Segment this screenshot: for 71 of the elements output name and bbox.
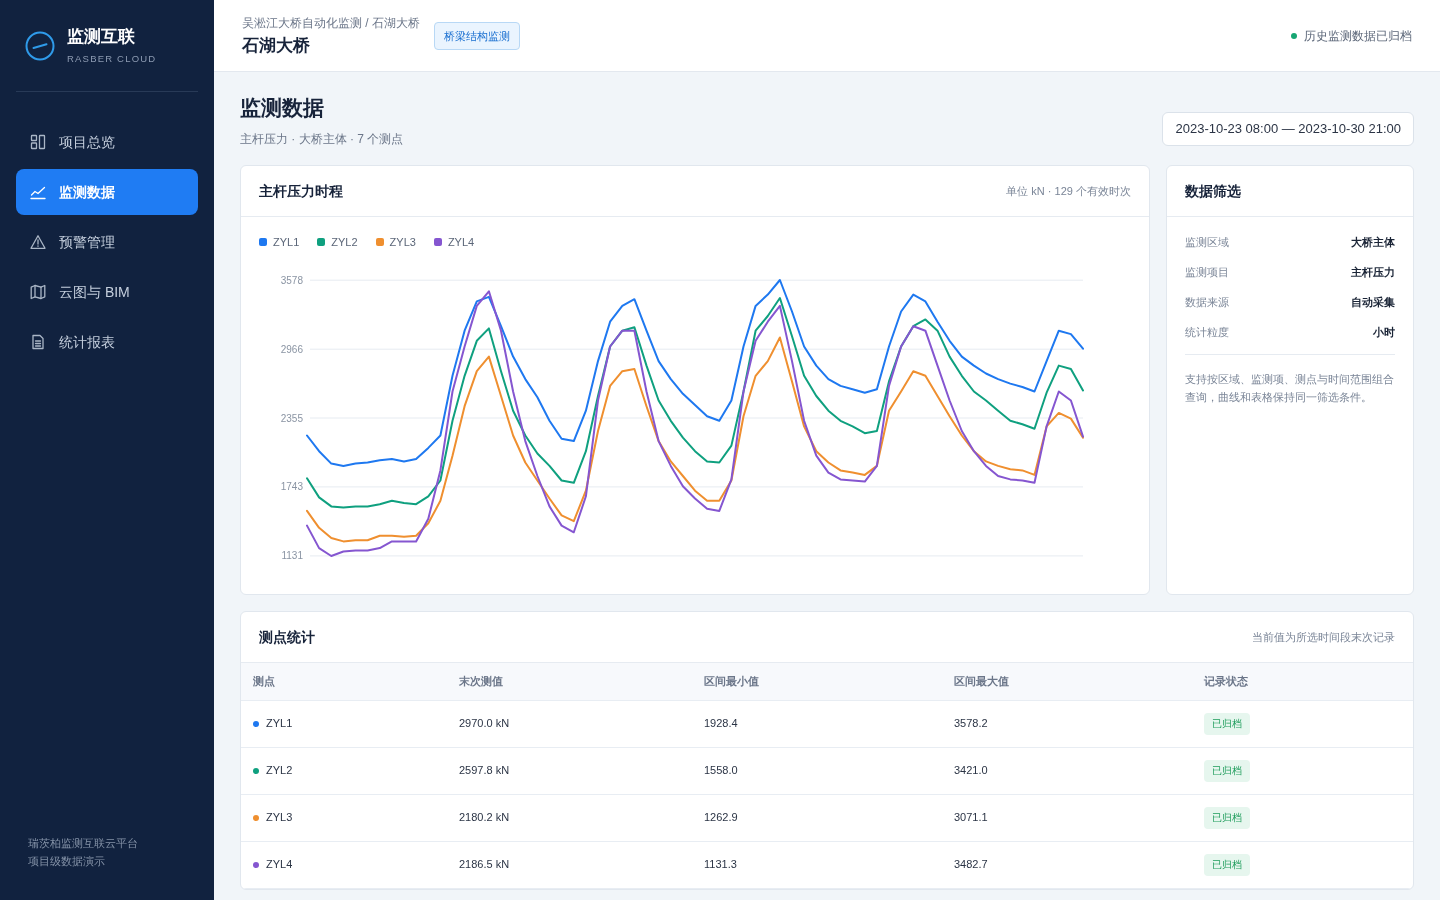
status-badge: 已归档 (1204, 853, 1250, 876)
table-cell: 2180.2 kN (447, 794, 692, 841)
filter-label: 统计粒度 (1185, 324, 1229, 340)
table-cell: 1262.9 (692, 794, 942, 841)
grid-icon (30, 134, 46, 150)
category-tag: 桥梁结构监测 (434, 21, 520, 50)
footer-text: 项目级数据演示 (28, 854, 106, 869)
filter-value: 小时 (1373, 324, 1395, 340)
table-cell: 1558.0 (692, 747, 942, 794)
page-subtitle: 主杆压力 · 大桥主体 · 7 个测点 (240, 131, 404, 148)
card-meta: 单位 kN · 129 个有效时次 (1006, 183, 1131, 199)
sidebar-item[interactable]: 云图与 BIM (16, 269, 198, 315)
breadcrumb: 吴淞江大桥自动化监测 / 石湖大桥 (242, 14, 420, 31)
status-badge: 已归档 (1204, 806, 1250, 829)
y-tick-label: 3578 (280, 274, 303, 286)
status-dot-icon (1291, 32, 1297, 39)
footer-text: 瑞茨柏监测互联云平台 (28, 836, 139, 851)
column-header: 记录状态 (1192, 663, 1413, 700)
point-name: ZYL3 (266, 810, 293, 826)
status-badge: 已归档 (1204, 712, 1250, 735)
filter-label: 监测项目 (1185, 264, 1229, 280)
y-tick-label: 2355 (280, 412, 303, 424)
sidebar-item[interactable]: 项目总览 (16, 119, 198, 165)
y-tick-label: 1131 (281, 550, 303, 562)
brand-title: 监测互联 (67, 26, 136, 48)
point-name: ZYL1 (266, 716, 293, 732)
table-cell: 1928.4 (692, 700, 942, 747)
table-cell: 3071.1 (942, 794, 1192, 841)
sidebar-item[interactable]: 统计报表 (16, 319, 198, 365)
filter-note: 支持按区域、监测项、测点与时间范围组合查询，曲线和表格保持同一筛选条件。 (1185, 354, 1395, 406)
page-title: 监测数据 (240, 95, 325, 121)
column-header: 测点 (241, 663, 447, 700)
table-cell: 3578.2 (942, 700, 1192, 747)
legend-label: ZYL1 (273, 236, 300, 248)
legend-label: ZYL4 (447, 236, 475, 248)
filter-value: 自动采集 (1351, 294, 1395, 310)
document-icon (30, 334, 46, 350)
table-cell: 2186.5 kN (447, 841, 692, 888)
table-cell: 1131.3 (692, 841, 942, 888)
status-text: 历史监测数据已归档 (1304, 27, 1412, 45)
date-range-field[interactable]: 2023-10-23 08:00 — 2023-10-30 21:00 (1162, 112, 1414, 146)
card-meta: 当前值为所选时间段末次记录 (1252, 629, 1395, 645)
column-header: 区间最小值 (692, 663, 942, 700)
filter-label: 监测区域 (1185, 234, 1229, 250)
legend-label: ZYL2 (331, 236, 358, 248)
y-tick-label: 2966 (280, 343, 303, 355)
brand-subtitle: RASBER CLOUD (67, 53, 157, 65)
status-badge: 已归档 (1204, 759, 1250, 782)
line-chart-icon (30, 184, 46, 200)
point-name: ZYL2 (266, 763, 293, 779)
table-cell: 2970.0 kN (447, 700, 692, 747)
card-title: 主杆压力时程 (259, 181, 343, 201)
filter-value: 主杆压力 (1351, 264, 1395, 280)
warning-icon (30, 234, 46, 250)
table-cell: 3482.7 (942, 841, 1192, 888)
y-tick-label: 1743 (280, 481, 303, 493)
sidebar-item[interactable]: 监测数据 (16, 169, 198, 215)
filter-label: 数据来源 (1185, 294, 1229, 310)
table-cell: 2597.8 kN (447, 747, 692, 794)
card-title: 测点统计 (259, 627, 315, 647)
logo-icon (25, 30, 55, 61)
column-header: 末次测值 (447, 663, 692, 700)
sidebar-item[interactable]: 预警管理 (16, 219, 198, 265)
table-cell: 3421.0 (942, 747, 1192, 794)
project-title: 石湖大桥 (242, 34, 311, 57)
legend-label: ZYL3 (389, 236, 416, 248)
card-title: 数据筛选 (1185, 181, 1241, 201)
column-header: 区间最大值 (942, 663, 1192, 700)
filter-value: 大桥主体 (1351, 234, 1395, 250)
point-name: ZYL4 (266, 857, 293, 873)
map-icon (30, 284, 46, 300)
